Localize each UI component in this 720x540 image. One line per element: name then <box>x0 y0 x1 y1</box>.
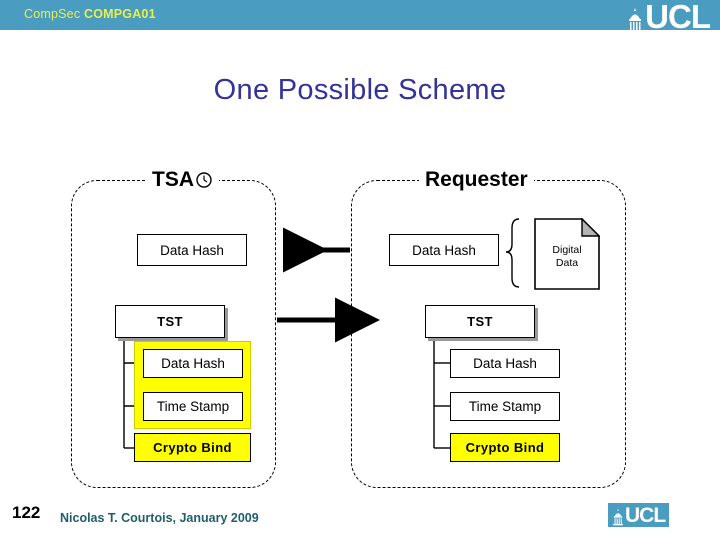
tsa-inner-time-stamp-box[interactable]: Time Stamp <box>143 392 243 421</box>
course-code: COMPGA01 <box>83 7 156 21</box>
digital-data-line2: Data <box>555 257 579 269</box>
ucl-logo-footer-text: UCL <box>625 504 666 527</box>
ucl-dome-icon <box>628 8 643 32</box>
ucl-logo-footer: UCL <box>608 503 670 527</box>
requester-inner-time-stamp-box[interactable]: Time Stamp <box>450 392 560 421</box>
digital-data-label: Digital Data <box>534 244 600 270</box>
page-title: One Possible Scheme <box>213 74 507 106</box>
panel-title-tsa-label: TSA <box>152 168 194 191</box>
ucl-dome-icon-footer <box>613 508 623 526</box>
tsa-data-hash-box[interactable]: Data Hash <box>137 234 247 266</box>
ucl-logo-text: UCL <box>645 0 711 35</box>
footer-credit: Nicolas T. Courtois, January 2009 <box>60 511 259 525</box>
ucl-logo-header: UCL <box>625 0 711 35</box>
requester-crypto-bind-box[interactable]: Crypto Bind <box>450 433 560 462</box>
requester-tst-box[interactable]: TST <box>425 305 535 338</box>
course-prefix: CompSec <box>24 7 84 21</box>
tsa-tst-box[interactable]: TST <box>115 305 225 338</box>
tsa-inner-data-hash-box[interactable]: Data Hash <box>143 349 243 378</box>
requester-inner-data-hash-box[interactable]: Data Hash <box>450 349 560 378</box>
panel-title-requester-label: Requester <box>425 168 528 191</box>
panel-title-requester: Requester <box>419 168 534 192</box>
course-label: CompSec COMPGA01 <box>24 7 156 21</box>
page-number: 122 <box>12 503 41 522</box>
panel-title-tsa: TSA <box>146 168 219 192</box>
tsa-crypto-bind-box[interactable]: Crypto Bind <box>134 433 251 462</box>
digital-data-line1: Digital <box>552 244 582 256</box>
clock-icon <box>196 172 212 188</box>
requester-data-hash-box[interactable]: Data Hash <box>389 234 499 266</box>
